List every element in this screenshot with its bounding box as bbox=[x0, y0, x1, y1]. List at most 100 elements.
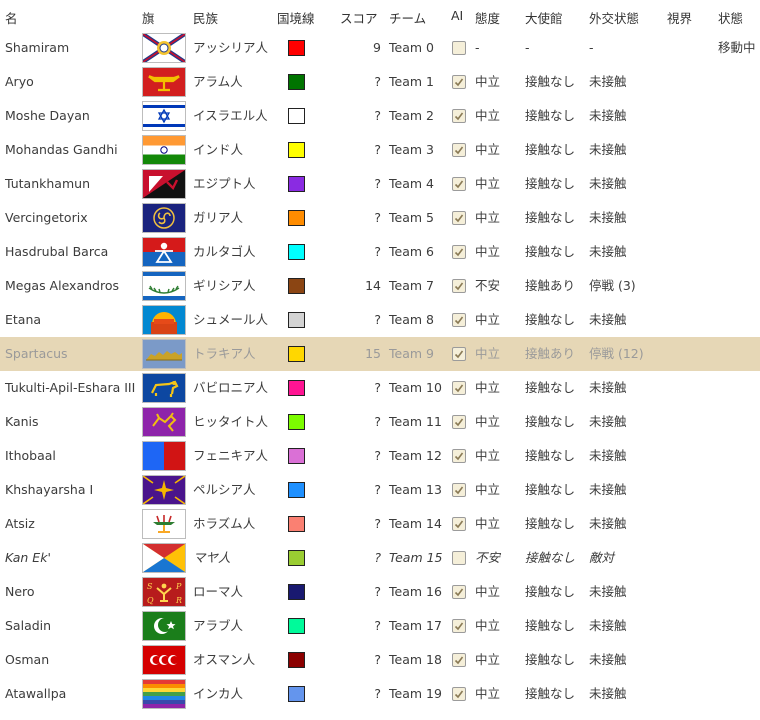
ai-checkbox[interactable] bbox=[452, 687, 466, 701]
ai-checkbox[interactable] bbox=[452, 449, 466, 463]
player-row[interactable]: Megas Alexandros ギリシア人 14 Team 7 不安 接触あり 停戦 (3… bbox=[0, 269, 760, 303]
player-name: Kan Ek' bbox=[5, 550, 51, 565]
header-flag[interactable]: 旗 bbox=[142, 8, 155, 27]
team-name: Team 3 bbox=[389, 142, 434, 157]
civ-name: フェニキア人 bbox=[193, 448, 269, 463]
player-row[interactable]: Mohandas Gandhi インド人? Team 3 中立 接触なし 未接触 bbox=[0, 133, 760, 167]
header-embassy[interactable]: 大使館 bbox=[525, 8, 563, 27]
rome-flag: S P Q R bbox=[142, 577, 186, 607]
border-color-swatch bbox=[288, 142, 305, 158]
attitude-value: 中立 bbox=[475, 414, 501, 429]
player-row[interactable]: Osman オスマン人? Team 18 中立 接触なし 未接触 bbox=[0, 643, 760, 677]
header-ai[interactable]: AI bbox=[451, 8, 463, 23]
ai-checkbox[interactable] bbox=[452, 245, 466, 259]
thrace-flag bbox=[142, 339, 186, 369]
player-row[interactable]: Atsiz ホラズム人? Team 14 中立 接触なし 未接触 bbox=[0, 507, 760, 541]
inca-flag bbox=[142, 679, 186, 709]
header-name[interactable]: 名 bbox=[5, 8, 18, 27]
diplomacy-value: 未接触 bbox=[589, 482, 627, 497]
team-name: Team 18 bbox=[389, 652, 442, 667]
player-row[interactable]: Kanis ヒッタイト人? Team 11 中立 接触なし 未接触 bbox=[0, 405, 760, 439]
player-row[interactable]: Aryo アラム人? Team 1 中立 接触なし 未接触 bbox=[0, 65, 760, 99]
player-row[interactable]: Tutankhamun エジプト人? Team 4 中立 接触なし 未接触 bbox=[0, 167, 760, 201]
embassy-value: 接触なし bbox=[525, 584, 576, 599]
ai-checkbox[interactable] bbox=[452, 41, 466, 55]
embassy-value: 接触なし bbox=[525, 414, 576, 429]
player-name: Saladin bbox=[5, 618, 52, 633]
player-row[interactable]: Hasdrubal Barca カルタゴ人? Team 6 中立 接触なし 未接触 bbox=[0, 235, 760, 269]
babylon-flag bbox=[142, 373, 186, 403]
player-row[interactable]: Vercingetorix ガリア人? Team 5 中立 接触なし 未接触 bbox=[0, 201, 760, 235]
ai-checkbox[interactable] bbox=[452, 279, 466, 293]
civ-name: インド人 bbox=[193, 142, 244, 157]
border-color-swatch bbox=[288, 108, 305, 124]
team-name: Team 15 bbox=[389, 550, 443, 565]
score-value: ? bbox=[374, 176, 381, 191]
border-color-swatch bbox=[288, 244, 305, 260]
ai-checkbox[interactable] bbox=[452, 551, 466, 565]
player-row[interactable]: Saladin アラブ人? Team 17 中立 接触なし 未接触 bbox=[0, 609, 760, 643]
ai-checkbox[interactable] bbox=[452, 653, 466, 667]
embassy-value: 接触なし bbox=[525, 244, 576, 259]
ai-checkbox[interactable] bbox=[452, 211, 466, 225]
ai-checkbox[interactable] bbox=[452, 109, 466, 123]
civ-name: インカ人 bbox=[193, 686, 244, 701]
player-row[interactable]: Nero ローマ人? Team 16 中立 接触なし 未接触 S P Q R bbox=[0, 575, 760, 609]
player-row[interactable]: Tukulti-Apil-Eshara III バビロニア人? Team 10 中立 接… bbox=[0, 371, 760, 405]
score-value: ? bbox=[374, 142, 381, 157]
player-row[interactable]: Etana シュメール人? Team 8 中立 接触なし 未接触 bbox=[0, 303, 760, 337]
ai-checkbox[interactable] bbox=[452, 415, 466, 429]
civ-name: カルタゴ人 bbox=[193, 244, 256, 259]
header-civ[interactable]: 民族 bbox=[193, 8, 218, 27]
player-row[interactable]: Shamiram アッシリア人 9 Team 0 - - - 移動中 bbox=[0, 31, 760, 65]
ai-checkbox[interactable] bbox=[452, 585, 466, 599]
embassy-value: 接触なし bbox=[525, 74, 576, 89]
header-attitude[interactable]: 態度 bbox=[475, 8, 500, 27]
header-team[interactable]: チーム bbox=[389, 8, 426, 27]
diplomacy-value: 未接触 bbox=[589, 74, 627, 89]
score-value: ? bbox=[374, 312, 381, 327]
header-status[interactable]: 状態 bbox=[718, 8, 743, 27]
civ-name: イスラエル人 bbox=[193, 108, 268, 123]
player-row[interactable]: Khshayarsha I ペルシア人? Team 13 中立 接触なし 未接触 bbox=[0, 473, 760, 507]
embassy-value: 接触なし bbox=[525, 448, 576, 463]
player-name: Spartacus bbox=[5, 346, 68, 361]
ai-checkbox[interactable] bbox=[452, 517, 466, 531]
status-value: 移動中 bbox=[718, 40, 756, 55]
ai-checkbox[interactable] bbox=[452, 75, 466, 89]
score-value: ? bbox=[374, 584, 381, 599]
team-name: Team 4 bbox=[389, 176, 434, 191]
rome-flag-letter: R bbox=[175, 596, 182, 605]
header-border[interactable]: 国境線 bbox=[277, 8, 315, 27]
header-diplomacy[interactable]: 外交状態 bbox=[589, 8, 639, 27]
ai-checkbox[interactable] bbox=[452, 619, 466, 633]
border-color-swatch bbox=[288, 516, 305, 532]
embassy-value: 接触なし bbox=[525, 652, 576, 667]
score-value: 9 bbox=[373, 40, 381, 55]
ai-checkbox[interactable] bbox=[452, 381, 466, 395]
ai-checkbox[interactable] bbox=[452, 177, 466, 191]
player-row[interactable]: Spartacus トラキア人 15 Team 9 中立 接触あり 停戦 (12) bbox=[0, 337, 760, 371]
team-name: Team 19 bbox=[389, 686, 442, 701]
ai-checkbox[interactable] bbox=[452, 313, 466, 327]
attitude-value: 中立 bbox=[475, 108, 501, 123]
hittite-flag bbox=[142, 407, 186, 437]
score-value: ? bbox=[374, 210, 381, 225]
header-vision[interactable]: 視界 bbox=[667, 8, 692, 27]
player-row[interactable]: Kan Ek' マヤ人? Team 15 不安 接触なし 敵対 bbox=[0, 541, 760, 575]
header-score[interactable]: スコア bbox=[340, 8, 378, 27]
team-name: Team 13 bbox=[389, 482, 442, 497]
attitude-value: 中立 bbox=[475, 516, 501, 531]
player-row[interactable]: Moshe Dayan イスラエル人? Team 2 中立 接触なし 未接触 bbox=[0, 99, 760, 133]
embassy-value: 接触なし bbox=[525, 210, 576, 225]
player-name: Atawallpa bbox=[5, 686, 67, 701]
ai-checkbox[interactable] bbox=[452, 483, 466, 497]
ai-checkbox[interactable] bbox=[452, 143, 466, 157]
team-name: Team 5 bbox=[389, 210, 434, 225]
player-row[interactable]: Atawallpa インカ人? Team 19 中立 接触なし 未接触 bbox=[0, 677, 760, 711]
ai-checkbox[interactable] bbox=[452, 347, 466, 361]
khwarezm-flag bbox=[142, 509, 186, 539]
player-row[interactable]: Ithobaal フェニキア人? Team 12 中立 接触なし 未接触 bbox=[0, 439, 760, 473]
team-name: Team 9 bbox=[389, 346, 434, 361]
diplomacy-value: - bbox=[589, 40, 594, 55]
